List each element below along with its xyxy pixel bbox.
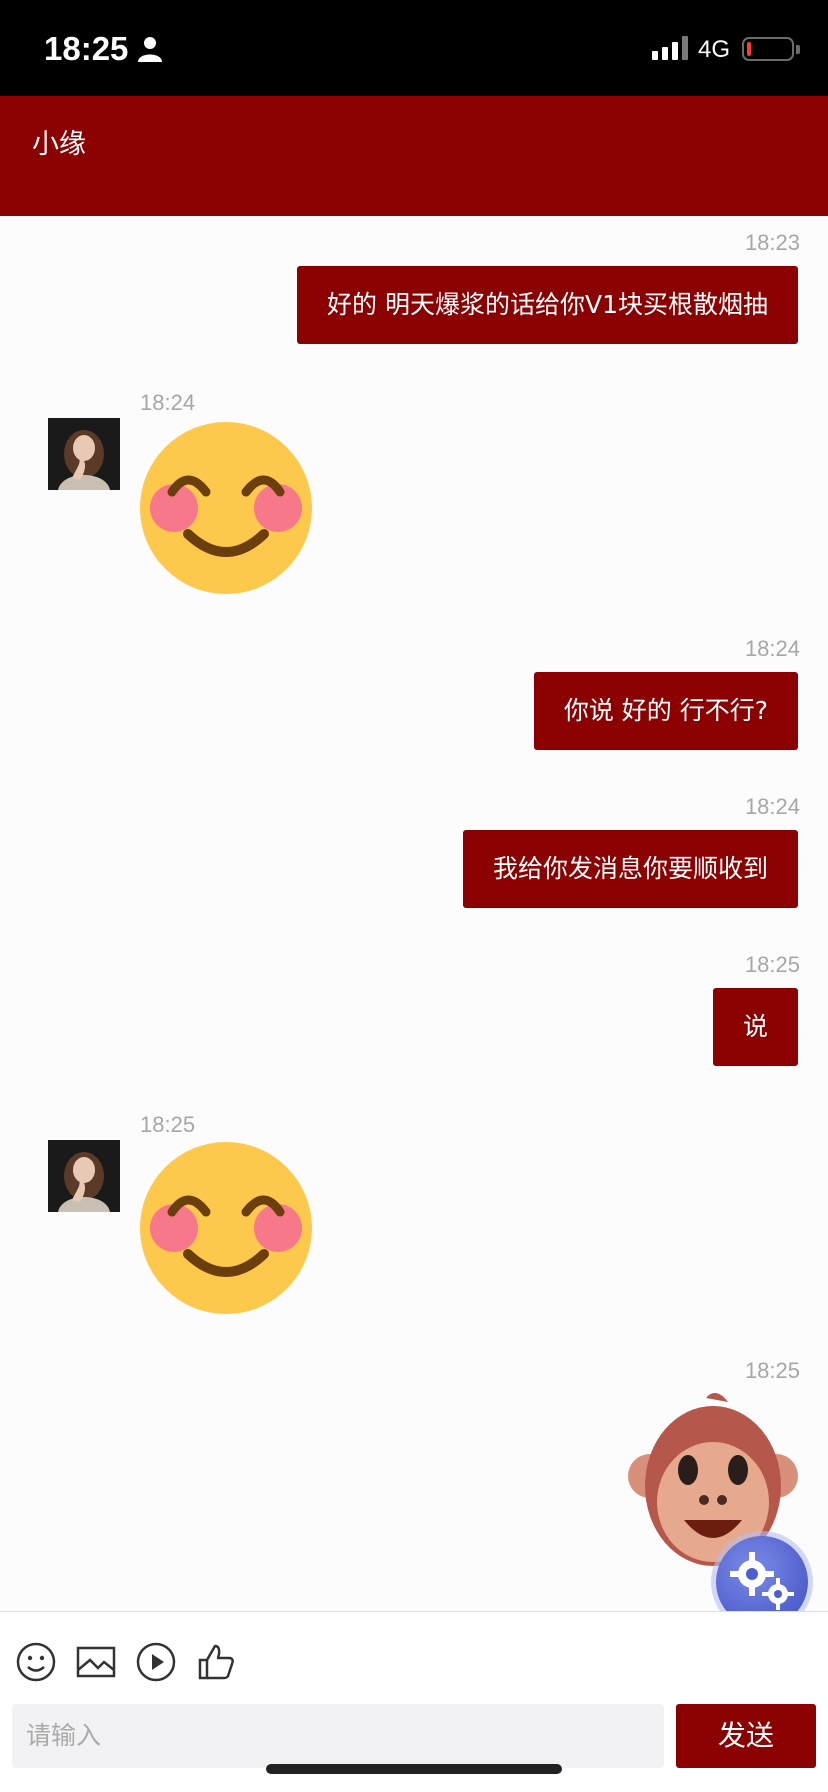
- avatar-photo: [48, 1140, 120, 1212]
- contact-avatar[interactable]: [48, 1140, 120, 1212]
- chat-messages[interactable]: 18:23 好的 明天爆浆的话给你V1块买根散烟抽 18:24 18:24 你说…: [0, 216, 828, 1611]
- message-bubble-outgoing[interactable]: 我给你发消息你要顺收到: [462, 830, 798, 908]
- message-timestamp: 18:25: [744, 952, 800, 977]
- message-input[interactable]: 请输入: [12, 1704, 664, 1768]
- message-timestamp: 18:24: [744, 636, 800, 661]
- message-bubble-outgoing[interactable]: 说: [712, 988, 798, 1066]
- battery-icon: [742, 37, 794, 61]
- status-bar: 18:25 4G: [0, 0, 828, 96]
- thumbs-up-icon[interactable]: [196, 1642, 236, 1682]
- message-timestamp: 18:24: [140, 390, 196, 415]
- emoji-icon[interactable]: [16, 1642, 56, 1682]
- message-timestamp: 18:25: [744, 1358, 800, 1383]
- video-icon[interactable]: [136, 1642, 176, 1682]
- send-button[interactable]: 发送: [676, 1704, 816, 1768]
- contact-avatar[interactable]: [48, 418, 120, 490]
- chat-title: 小缘: [32, 129, 86, 160]
- signal-bars-icon: [652, 36, 688, 60]
- message-timestamp: 18:25: [140, 1112, 196, 1137]
- message-timestamp: 18:24: [744, 794, 800, 819]
- image-icon[interactable]: [76, 1642, 116, 1682]
- status-time: 18:25: [44, 30, 129, 67]
- message-bubble-outgoing[interactable]: 好的 明天爆浆的话给你V1块买根散烟抽: [297, 266, 798, 344]
- network-type: 4G: [698, 36, 731, 63]
- home-indicator[interactable]: [266, 1764, 562, 1774]
- message-bubble-outgoing[interactable]: 你说 好的 行不行?: [533, 672, 798, 750]
- smiling-blush-emoji[interactable]: [140, 1142, 312, 1314]
- battery-cap: [796, 45, 800, 54]
- smiling-blush-emoji[interactable]: [140, 422, 312, 594]
- message-timestamp: 18:23: [744, 230, 800, 255]
- person-icon: [138, 37, 162, 62]
- avatar-photo: [48, 418, 120, 490]
- chat-header: 小缘: [0, 96, 828, 216]
- battery-level: [747, 42, 751, 56]
